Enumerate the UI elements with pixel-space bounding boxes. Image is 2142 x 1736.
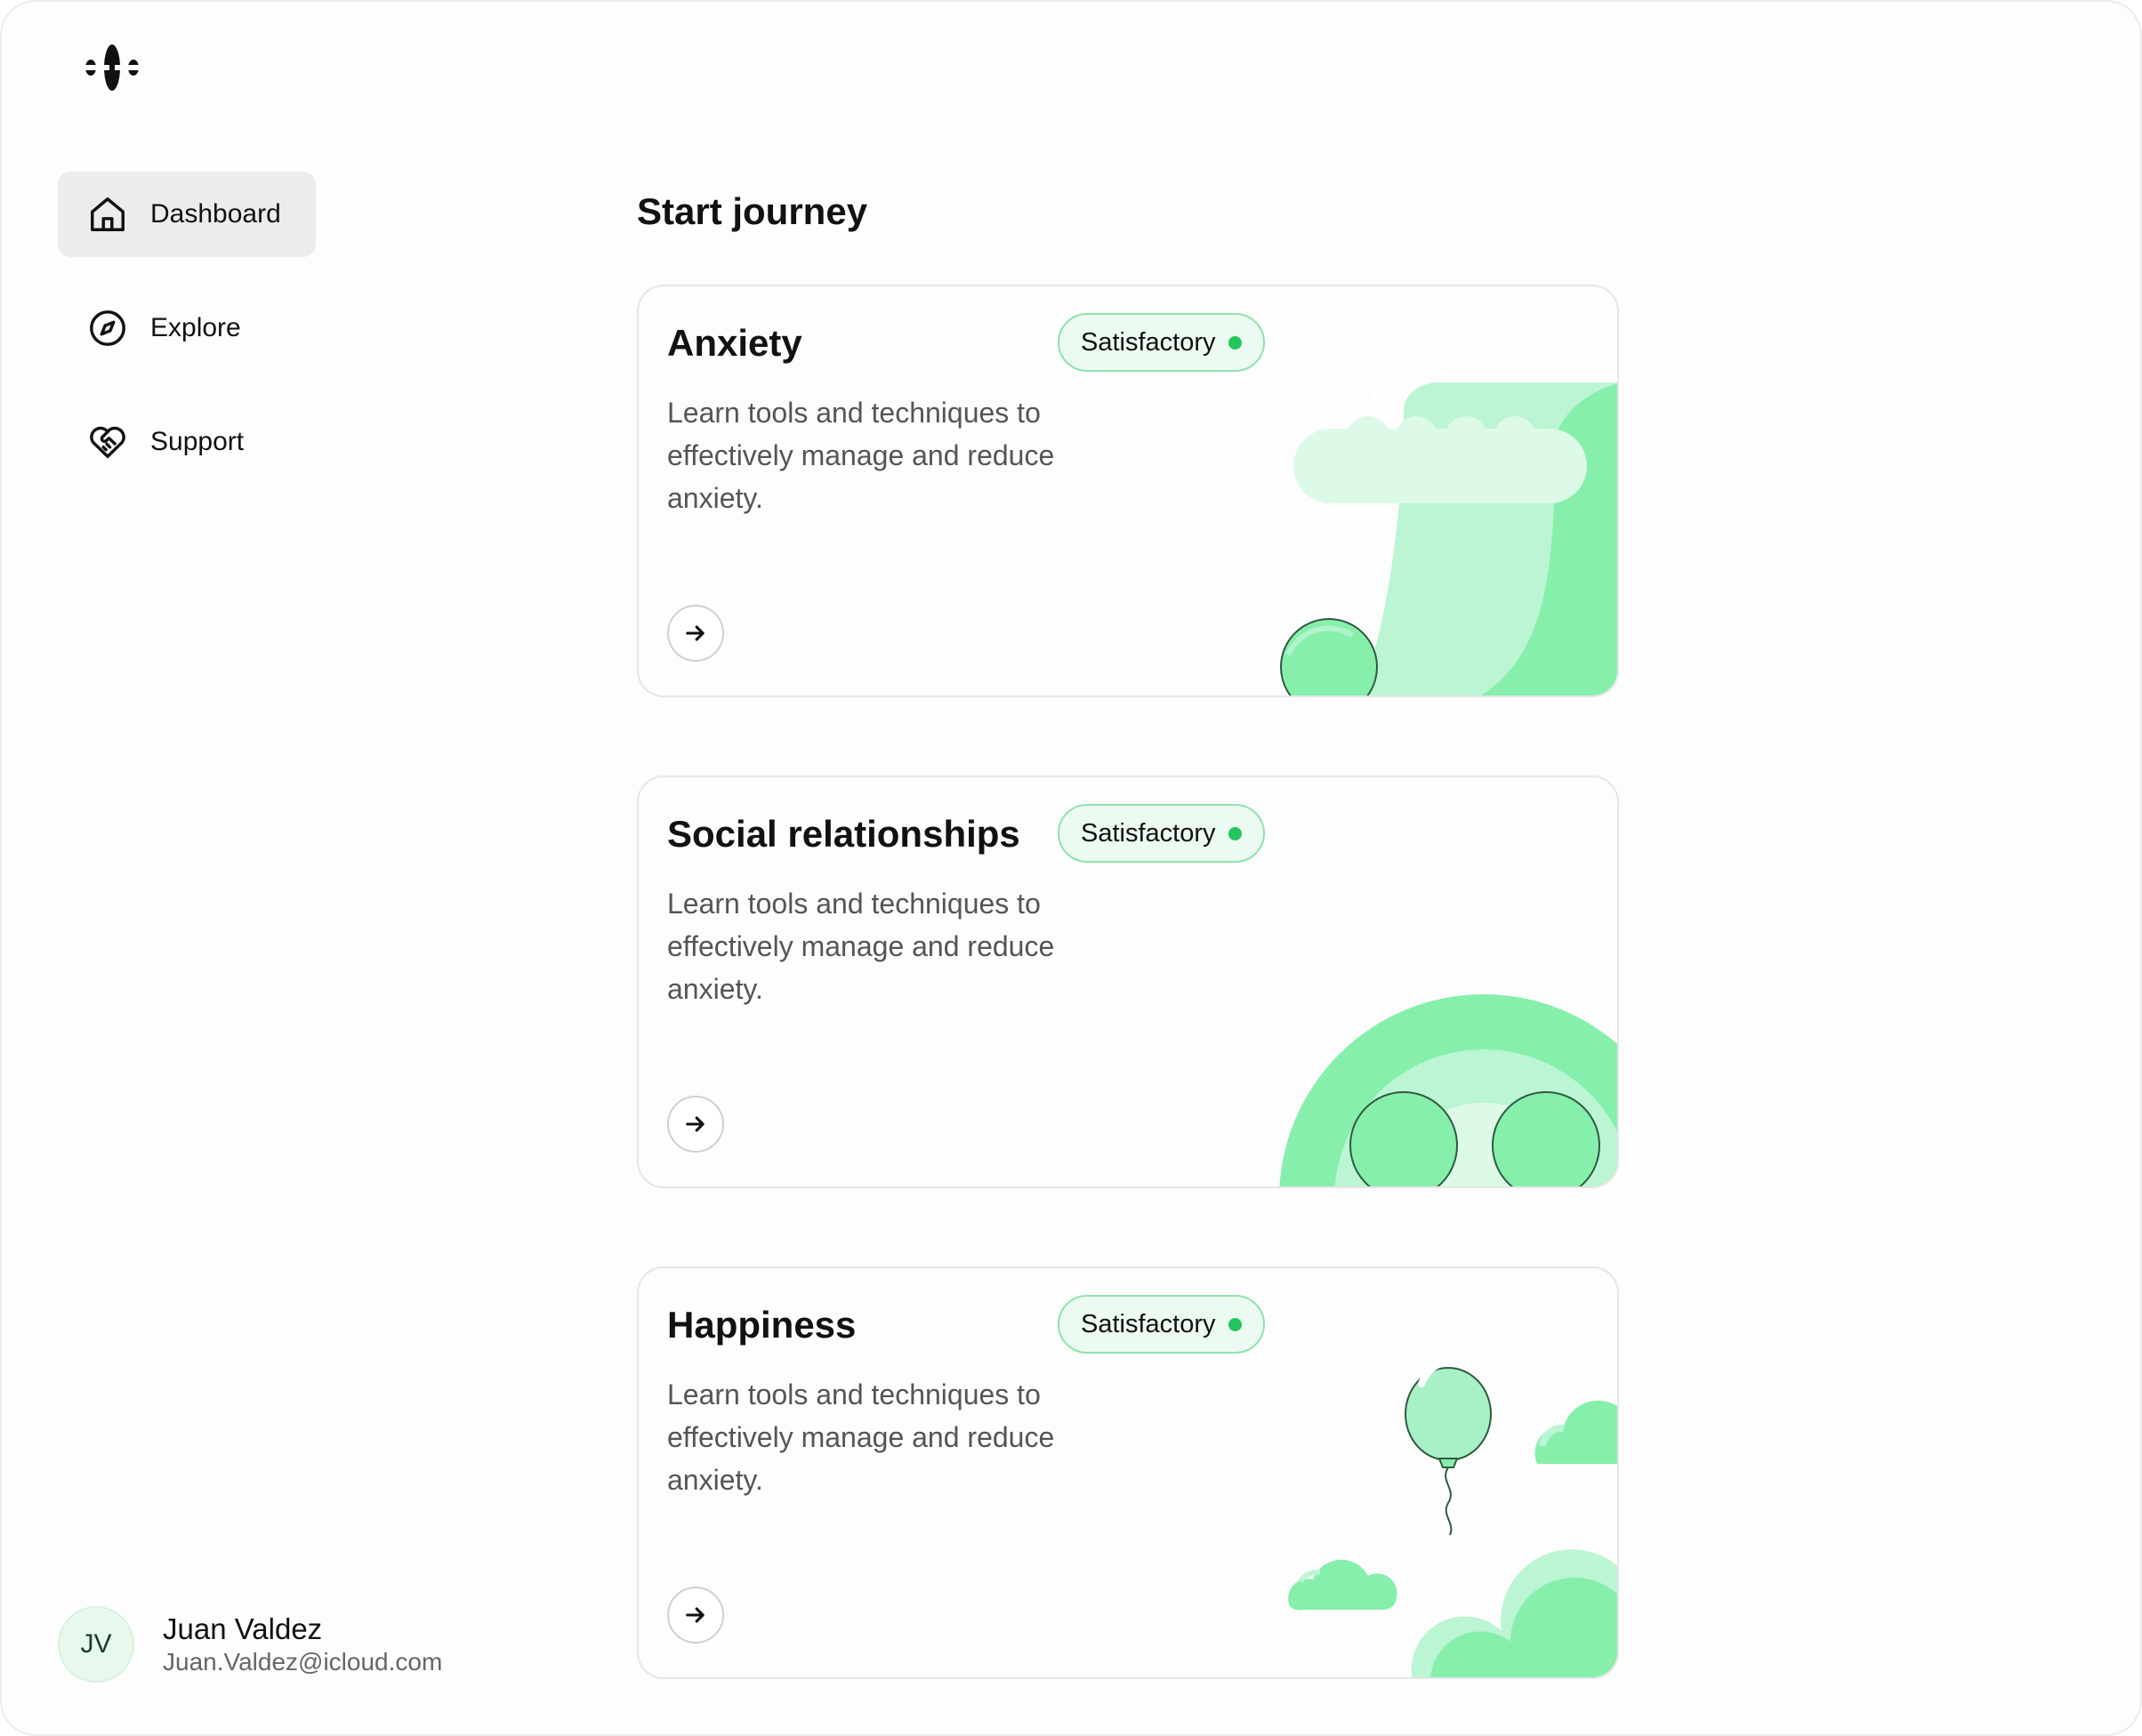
status-badge: Satisfactory xyxy=(1058,313,1265,372)
card-description: Learn tools and techniques to effectivel… xyxy=(667,397,1055,514)
status-dot-icon xyxy=(1228,826,1242,840)
sidebar-item-support[interactable]: Support xyxy=(58,399,316,485)
home-icon xyxy=(86,193,129,236)
card-description: Learn tools and techniques to effectivel… xyxy=(667,1378,1055,1496)
anxiety-illustration xyxy=(1280,378,1617,695)
avatar: JV xyxy=(58,1606,134,1683)
status-dot-icon xyxy=(1228,1317,1242,1331)
happiness-illustration xyxy=(1288,1359,1617,1677)
card-title: Social relationships xyxy=(667,813,1020,855)
status-badge: Satisfactory xyxy=(1058,804,1265,863)
card-title: Anxiety xyxy=(667,322,802,364)
user-info: Juan Valdez Juan.Valdez@icloud.com xyxy=(163,1611,442,1677)
social-relationships-illustration xyxy=(1279,994,1617,1186)
heart-handshake-icon xyxy=(86,421,129,463)
sidebar-item-label: Dashboard xyxy=(150,199,281,229)
app-window: Dashboard Explore Support JV Juan Valdez… xyxy=(0,0,2142,1736)
page-title: Start journey xyxy=(637,190,868,232)
journey-card-happiness[interactable]: Happiness Satisfactory Learn tools and t… xyxy=(637,1266,1619,1679)
status-badge: Satisfactory xyxy=(1058,1295,1265,1354)
status-label: Satisfactory xyxy=(1081,818,1216,848)
status-label: Satisfactory xyxy=(1081,1309,1216,1338)
arrow-right-icon xyxy=(686,1116,705,1132)
compass-icon xyxy=(86,307,129,350)
sidebar-item-label: Explore xyxy=(150,313,241,342)
journey-card-anxiety[interactable]: Anxiety Satisfactory Learn tools and tec… xyxy=(637,285,1619,697)
app-logo-icon xyxy=(84,41,141,94)
sidebar-item-explore[interactable]: Explore xyxy=(58,285,316,371)
start-arrow-button[interactable] xyxy=(667,1587,724,1644)
start-arrow-button[interactable] xyxy=(667,1096,724,1153)
journey-card-social-relationships[interactable]: Social relationships Satisfactory Learn … xyxy=(637,776,1619,1188)
card-title: Happiness xyxy=(667,1304,857,1346)
status-label: Satisfactory xyxy=(1081,327,1216,357)
user-email: Juan.Valdez@icloud.com xyxy=(163,1648,443,1676)
start-arrow-button[interactable] xyxy=(667,605,724,662)
arrow-right-icon xyxy=(686,1607,705,1623)
user-name: Juan Valdez xyxy=(163,1612,323,1645)
user-profile[interactable]: JV Juan Valdez Juan.Valdez@icloud.com xyxy=(58,1606,442,1683)
card-description: Learn tools and techniques to effectivel… xyxy=(667,888,1055,1005)
arrow-right-icon xyxy=(686,625,705,641)
sidebar-item-dashboard[interactable]: Dashboard xyxy=(58,172,316,257)
sidebar-item-label: Support xyxy=(150,427,245,456)
sidebar-nav: Dashboard Explore Support xyxy=(58,172,316,513)
status-dot-icon xyxy=(1228,335,1242,350)
